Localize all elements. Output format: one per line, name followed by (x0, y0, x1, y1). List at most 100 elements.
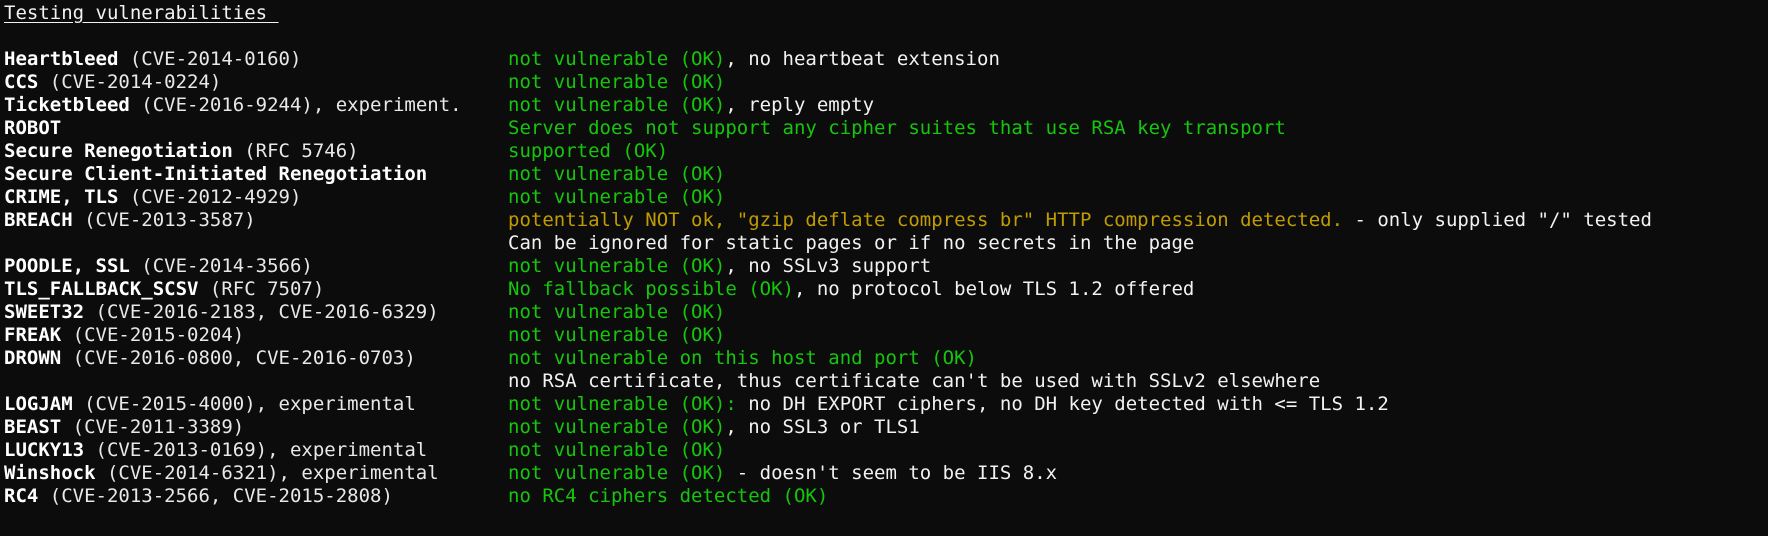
vuln-result-continuation: no RSA certificate, thus certificate can… (508, 370, 1321, 392)
vuln-row: Secure Client-Initiated Renegotiation not… (4, 163, 1764, 186)
vuln-label: DROWN (CVE-2016-0800, CVE-2016-0703) (4, 347, 416, 370)
vuln-label: Secure Client-Initiated Renegotiation (4, 163, 427, 186)
vuln-row-drown: DROWN (CVE-2016-0800, CVE-2016-0703) not… (4, 347, 1764, 370)
vuln-name: BREACH (4, 209, 73, 231)
vuln-name: Winshock (4, 462, 96, 484)
vuln-row: LOGJAM (CVE-2015-4000), experimental not … (4, 393, 1764, 416)
vuln-row-breach: BREACH (CVE-2013-3587) potentially NOT o… (4, 209, 1764, 232)
vuln-row: Secure Renegotiation (RFC 5746) supported… (4, 140, 1764, 163)
vuln-result-extra: - only supplied "/" tested (1343, 209, 1652, 231)
vuln-result-ok: not vulnerable (OK) (508, 163, 726, 185)
vuln-cve: (CVE-2014-0160) (118, 48, 302, 70)
vuln-cve: (CVE-2011-3389) (61, 416, 245, 438)
vuln-cve: (CVE-2014-6321), experimental (95, 462, 439, 484)
vuln-row-continuation: Can be ignored for static pages or if no… (4, 232, 1764, 255)
vuln-row: CCS (CVE-2014-0224) not vulnerable (OK) (4, 71, 1764, 94)
vuln-result: not vulnerable (OK), no heartbeat extens… (508, 48, 1000, 71)
vuln-cve: (CVE-2016-2183, CVE-2016-6329) (84, 301, 439, 323)
vuln-result-continuation: Can be ignored for static pages or if no… (508, 232, 1195, 254)
vuln-result: potentially NOT ok, "gzip deflate compre… (508, 209, 1652, 232)
vuln-label: TLS_FALLBACK_SCSV (RFC 7507) (4, 278, 324, 301)
vuln-result: not vulnerable (OK) (508, 324, 725, 347)
vuln-cve: (CVE-2012-4929) (118, 186, 302, 208)
vuln-result-ok: not vulnerable (OK) (508, 255, 726, 277)
vuln-row: POODLE, SSL (CVE-2014-3566) not vulnerabl… (4, 255, 1764, 278)
vuln-label: LOGJAM (CVE-2015-4000), experimental (4, 393, 416, 416)
vuln-row: FREAK (CVE-2015-0204) not vulnerable (OK) (4, 324, 1764, 347)
vuln-result-extra: no DH EXPORT ciphers, no DH key detected… (736, 393, 1389, 415)
vuln-result: not vulnerable (OK), no SSLv3 support (508, 255, 931, 278)
vuln-result-extra: , no SSLv3 support (725, 255, 932, 277)
vuln-result-ok: not vulnerable (OK) (508, 71, 726, 93)
section-heading: Testing vulnerabilities (4, 2, 279, 24)
vuln-name: POODLE, SSL (4, 255, 130, 277)
vuln-result-extra: , no heartbeat extension (725, 48, 1000, 70)
vuln-result: not vulnerable (OK) (508, 163, 725, 186)
vuln-label: RC4 (CVE-2013-2566, CVE-2015-2808) (4, 485, 393, 508)
vuln-result: No fallback possible (OK), no protocol b… (508, 278, 1194, 301)
vuln-result: not vulnerable (OK): no DH EXPORT cipher… (508, 393, 1389, 416)
vuln-result-extra: , reply empty (725, 94, 875, 116)
vuln-label: POODLE, SSL (CVE-2014-3566) (4, 255, 313, 278)
vuln-name: FREAK (4, 324, 62, 346)
vuln-label: Heartbleed (CVE-2014-0160) (4, 48, 301, 71)
vuln-label: BEAST (CVE-2011-3389) (4, 416, 244, 439)
vuln-row: LUCKY13 (CVE-2013-0169), experimental not… (4, 439, 1764, 462)
vuln-name: ROBOT (4, 117, 62, 139)
vuln-label: Ticketbleed (CVE-2016-9244), experiment. (4, 94, 462, 117)
vuln-cve: (RFC 5746) (232, 140, 359, 162)
vuln-label: Winshock (CVE-2014-6321), experimental (4, 462, 439, 485)
vuln-result-ok: not vulnerable (OK) (508, 416, 726, 438)
vuln-label: SWEET32 (CVE-2016-2183, CVE-2016-6329) (4, 301, 439, 324)
vuln-row: SWEET32 (CVE-2016-2183, CVE-2016-6329) no… (4, 301, 1764, 324)
vuln-label: CCS (CVE-2014-0224) (4, 71, 221, 94)
vuln-name: TLS_FALLBACK_SCSV (4, 278, 199, 300)
vuln-result-ok: not vulnerable on this host and port (OK… (508, 347, 977, 369)
vuln-name: Secure Client-Initiated Renegotiation (4, 163, 428, 185)
vuln-label: FREAK (CVE-2015-0204) (4, 324, 244, 347)
vuln-result-ok: no RC4 ciphers detected (OK) (508, 485, 829, 507)
vuln-name: RC4 (4, 485, 39, 507)
vuln-cve: (CVE-2013-2566, CVE-2015-2808) (38, 485, 393, 507)
vuln-result-warning: potentially NOT ok, "gzip deflate compre… (508, 209, 1344, 231)
vuln-label: ROBOT (4, 117, 61, 140)
vuln-result-ok: not vulnerable (OK) (508, 301, 726, 323)
vuln-name: SWEET32 (4, 301, 85, 323)
vuln-row: ROBOT Server does not support any cipher … (4, 117, 1764, 140)
vuln-result-ok: not vulnerable (OK) (508, 48, 726, 70)
vuln-cve: (CVE-2015-4000), experimental (72, 393, 416, 415)
vuln-name: CCS (4, 71, 39, 93)
vuln-cve: (CVE-2013-3587) (72, 209, 256, 231)
vuln-cve: (CVE-2016-9244), experiment. (129, 94, 462, 116)
vuln-label: BREACH (CVE-2013-3587) (4, 209, 256, 232)
vuln-label: Secure Renegotiation (RFC 5746) (4, 140, 359, 163)
vuln-result: not vulnerable (OK), reply empty (508, 94, 874, 117)
vuln-name: CRIME, TLS (4, 186, 119, 208)
vuln-name: LUCKY13 (4, 439, 85, 461)
vulnerability-list: POODLE, SSL (CVE-2014-3566) not vulnerabl… (4, 255, 1764, 347)
vuln-result-extra: - doesn't seem to be IIS 8.x (725, 462, 1058, 484)
vuln-row: Ticketbleed (CVE-2016-9244), experiment.… (4, 94, 1764, 117)
vuln-name: Ticketbleed (4, 94, 130, 116)
vuln-result-ok: not vulnerable (OK) (508, 94, 726, 116)
vuln-cve: (CVE-2015-0204) (61, 324, 245, 346)
vuln-result-ok: Server does not support any cipher suite… (508, 117, 1286, 139)
vuln-row-continuation: no RSA certificate, thus certificate can… (4, 370, 1764, 393)
vuln-result-ok: not vulnerable (OK) (508, 324, 726, 346)
vuln-result-ok: not vulnerable (OK) (508, 462, 726, 484)
vuln-row: CRIME, TLS (CVE-2012-4929) not vulnerable… (4, 186, 1764, 209)
vuln-result-ok: not vulnerable (OK): (508, 393, 737, 415)
vuln-name: Heartbleed (4, 48, 119, 70)
vuln-result-ok: supported (OK) (508, 140, 669, 162)
vuln-result: not vulnerable (OK), no SSL3 or TLS1 (508, 416, 920, 439)
vuln-name: LOGJAM (4, 393, 73, 415)
vuln-result-ok: No fallback possible (OK) (508, 278, 794, 300)
vuln-row: Heartbleed (CVE-2014-0160) not vulnerable… (4, 48, 1764, 71)
vuln-result-ok: not vulnerable (OK) (508, 186, 726, 208)
vuln-label: CRIME, TLS (CVE-2012-4929) (4, 186, 301, 209)
vuln-name: Secure Renegotiation (4, 140, 233, 162)
vuln-result: Server does not support any cipher suite… (508, 117, 1286, 140)
vuln-name: BEAST (4, 416, 62, 438)
vuln-row: Winshock (CVE-2014-6321), experimental no… (4, 462, 1764, 485)
